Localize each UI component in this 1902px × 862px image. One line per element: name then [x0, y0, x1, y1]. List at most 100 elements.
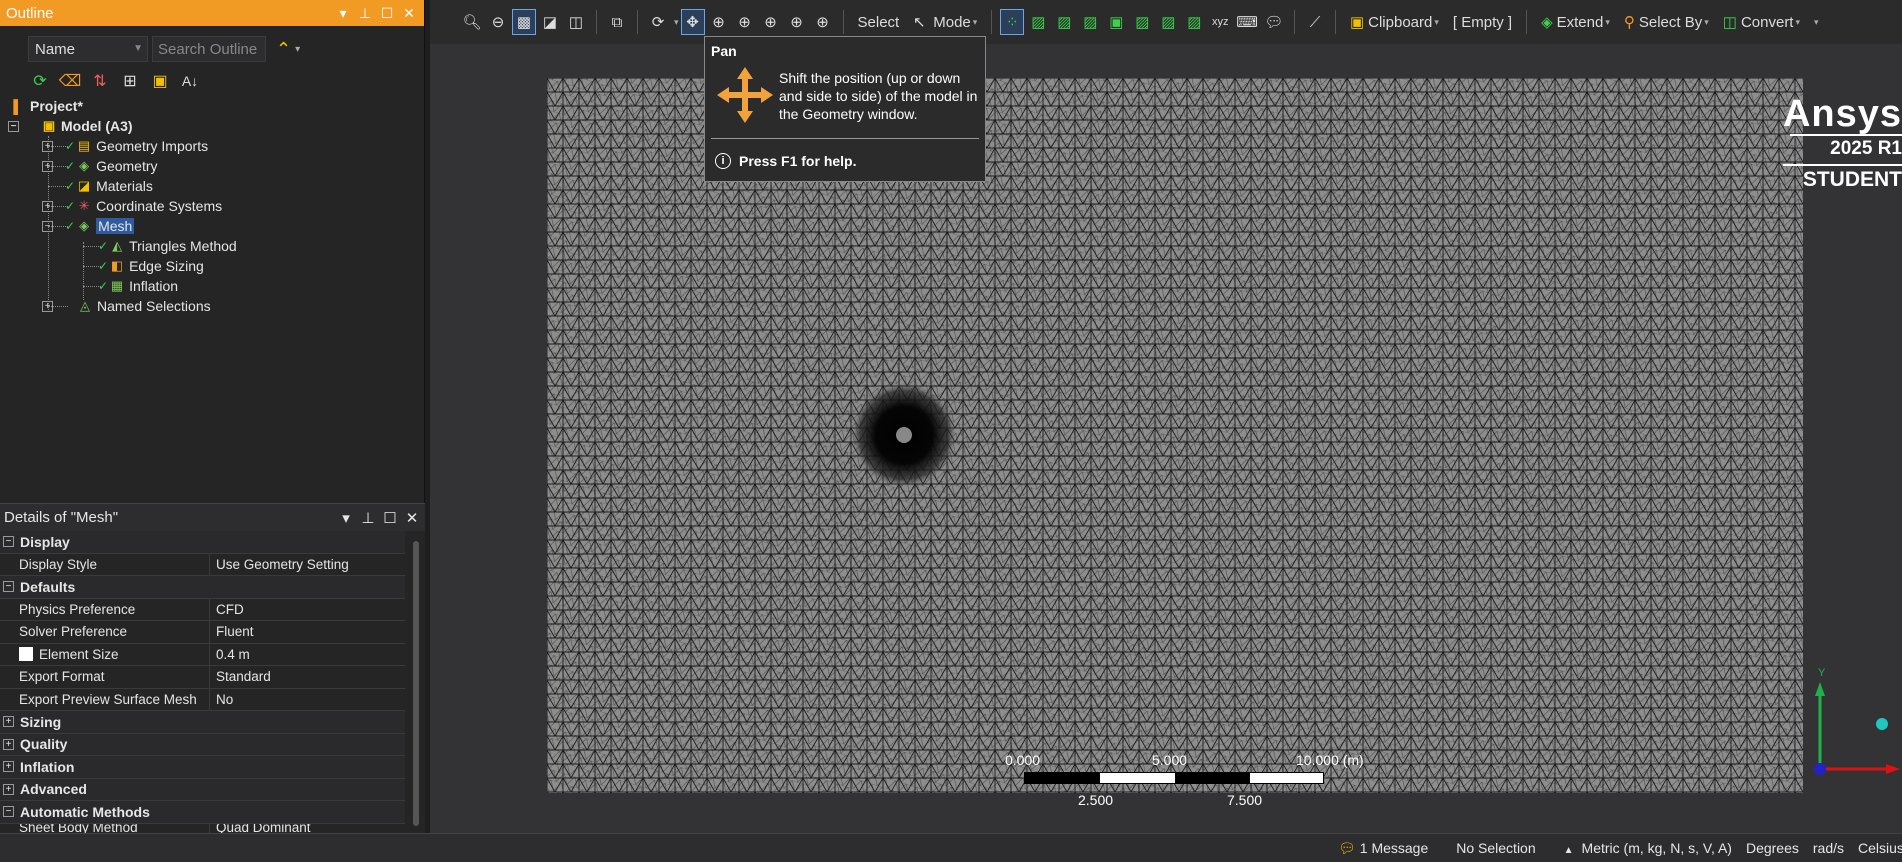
tree-item-inflation[interactable]: ✓ ▦ Inflation [98, 276, 178, 296]
expand-icon[interactable]: + [3, 783, 14, 795]
zoom-icon[interactable]: ⊕ [707, 9, 731, 35]
close-icon[interactable]: ✕ [403, 509, 421, 527]
select-edge-icon[interactable]: ▨ [1026, 9, 1050, 35]
select-element-face-icon[interactable]: ▨ [1130, 9, 1154, 35]
group-inflation[interactable]: + Inflation [0, 756, 405, 779]
detail-value[interactable]: No [210, 689, 405, 711]
rotate-icon[interactable]: ⟳ [646, 9, 670, 35]
group-quality[interactable]: + Quality [0, 733, 405, 756]
magnifier-icon[interactable]: ⊕ [811, 9, 835, 35]
collapse-icon[interactable]: − [3, 581, 14, 593]
maximize-icon[interactable]: ☐ [381, 509, 399, 527]
detail-value[interactable]: Use Geometry Setting [210, 554, 405, 576]
expand-icon[interactable]: + [3, 761, 14, 773]
alphabetical-sort-icon[interactable]: A↓ [180, 71, 200, 91]
select-body-icon[interactable]: ▨ [1078, 9, 1102, 35]
coordinate-icon[interactable]: xyz [1208, 9, 1232, 35]
select-vertex-icon[interactable]: ⁘ [1000, 9, 1025, 35]
temperature-unit-status[interactable]: Celsius [1858, 840, 1902, 856]
sort-icon[interactable]: ⇅ [90, 71, 110, 91]
detail-value[interactable]: Fluent [210, 621, 405, 643]
layout-icon[interactable]: ⧉ [605, 9, 629, 35]
collapse-icon[interactable]: − [3, 806, 14, 818]
detail-value[interactable]: CFD [210, 599, 405, 621]
group-display[interactable]: − Display [0, 531, 405, 554]
refresh-icon[interactable]: ⟳ [30, 71, 50, 91]
angle-unit-status[interactable]: Degrees [1746, 840, 1799, 856]
select-mesh-icon[interactable]: ▨ [1182, 9, 1206, 35]
geometry-viewport[interactable]: 0.000 5.000 10.000 (m) 2.500 7.500 Y Ans… [430, 44, 1902, 833]
group-advanced[interactable]: + Advanced [0, 778, 405, 801]
tree-item-triangles-method[interactable]: ✓ ◭ Triangles Method [98, 236, 237, 256]
mode-button[interactable]: Mode ▾ [933, 9, 983, 35]
mesh-display[interactable] [547, 78, 1803, 793]
detail-value[interactable]: 0.4 m [210, 644, 405, 666]
rotation-unit-status[interactable]: rad/s [1813, 840, 1844, 856]
pan-icon[interactable]: ✥ [680, 9, 705, 35]
tree-item-geometry-imports[interactable]: + ✓ ▤ Geometry Imports [42, 136, 208, 156]
wireframe-icon[interactable]: ◫ [564, 9, 588, 35]
tree-item-coordinate-systems[interactable]: + ✓ ✳ Coordinate Systems [42, 196, 222, 216]
search-outline-input[interactable]: Search Outline [152, 36, 266, 62]
select-by-button[interactable]: ⚲ Select By ▾ [1618, 9, 1715, 35]
messages-status[interactable]: 💬︎ 1 Message [1338, 840, 1428, 857]
outline-filter-select[interactable]: Name ▼ [28, 36, 148, 62]
close-icon[interactable]: ✕ [400, 5, 418, 22]
maximize-icon[interactable]: ☐ [378, 5, 396, 22]
tree-item-named-selections[interactable]: + ◬ Named Selections [42, 296, 211, 316]
select-face-icon[interactable]: ▨ [1052, 9, 1076, 35]
box-view-icon[interactable]: ◪ [538, 9, 562, 35]
expand-icon[interactable]: + [3, 716, 14, 728]
tree-item-model[interactable]: − ▣ Model (A3) [8, 116, 133, 136]
detail-row[interactable]: Physics Preference CFD [0, 598, 405, 621]
expand-icon[interactable]: + [42, 140, 53, 152]
eraser-icon[interactable]: ⌫ [59, 71, 82, 91]
expand-icon[interactable]: + [42, 200, 53, 212]
pin-icon[interactable]: ⊥ [356, 5, 374, 22]
select-label[interactable]: Select [852, 9, 906, 35]
zoom-in-icon[interactable]: ⊕ [733, 9, 757, 35]
chart-icon[interactable]: ⟋ [1303, 9, 1327, 35]
toolbar-overflow-icon[interactable]: ▾ [1814, 17, 1819, 28]
tree-item-geometry[interactable]: + ✓ ◈ Geometry [42, 156, 158, 176]
collapse-icon[interactable]: − [8, 120, 19, 132]
units-status[interactable]: ▲ Metric (m, kg, N, s, V, A) [1564, 840, 1732, 856]
folder-icon[interactable]: ▣ [150, 71, 170, 91]
tree-item-materials[interactable]: ✓ ◪ Materials [42, 176, 153, 196]
group-defaults[interactable]: − Defaults [0, 576, 405, 599]
detail-row[interactable]: Export Preview Surface Mesh No [0, 688, 405, 711]
label-icon[interactable]: ⌨ [1234, 9, 1260, 35]
select-node-icon[interactable]: ▣ [1104, 9, 1128, 35]
collapse-icon[interactable]: − [3, 536, 14, 548]
detail-row[interactable]: Export Format Standard [0, 666, 405, 689]
zoom-fit-icon[interactable]: ⊕ [785, 9, 809, 35]
dropdown-icon[interactable]: ▾ [337, 509, 355, 527]
collapse-up-icon[interactable]: ⌃ [276, 39, 291, 60]
view-cube-icon[interactable]: ▩ [512, 9, 536, 35]
detail-row[interactable]: Element Size 0.4 m [0, 643, 405, 666]
zoom-box-icon[interactable]: ⊕ [759, 9, 783, 35]
tree-item-edge-sizing[interactable]: ✓ ◧ Edge Sizing [98, 256, 204, 276]
group-sizing[interactable]: + Sizing [0, 711, 405, 734]
detail-value[interactable]: Standard [210, 666, 405, 688]
clipboard-button[interactable]: ▣ Clipboard ▾ [1344, 9, 1445, 35]
detail-row[interactable]: Solver Preference Fluent [0, 621, 405, 644]
expand-icon[interactable]: + [3, 738, 14, 750]
expand-icon[interactable]: + [42, 160, 53, 172]
element-size-checkbox[interactable] [19, 647, 33, 662]
pin-icon[interactable]: ⊥ [359, 509, 377, 527]
select-element-icon[interactable]: ▨ [1156, 9, 1180, 35]
dropdown-icon[interactable]: ▾ [334, 5, 352, 22]
extend-button[interactable]: ◈ Extend ▾ [1535, 9, 1616, 35]
detail-row[interactable]: Display Style Use Geometry Setting [0, 553, 405, 576]
zoom-to-fit-icon[interactable]: 🔍︎ [460, 9, 484, 35]
more-dropdown-icon[interactable]: ▾ [295, 44, 300, 55]
tree-item-mesh[interactable]: − ✓ ◈ Mesh [42, 216, 135, 236]
collapse-icon[interactable]: − [42, 220, 53, 232]
expand-all-icon[interactable]: ⊞ [120, 71, 140, 91]
cursor-icon[interactable]: ↖ [907, 9, 931, 35]
group-automatic-methods[interactable]: − Automatic Methods [0, 801, 405, 824]
comment-icon[interactable]: 💬︎ [1262, 9, 1286, 35]
convert-button[interactable]: ◫ Convert ▾ [1717, 9, 1806, 35]
zoom-out-icon[interactable]: ⊖ [486, 9, 510, 35]
